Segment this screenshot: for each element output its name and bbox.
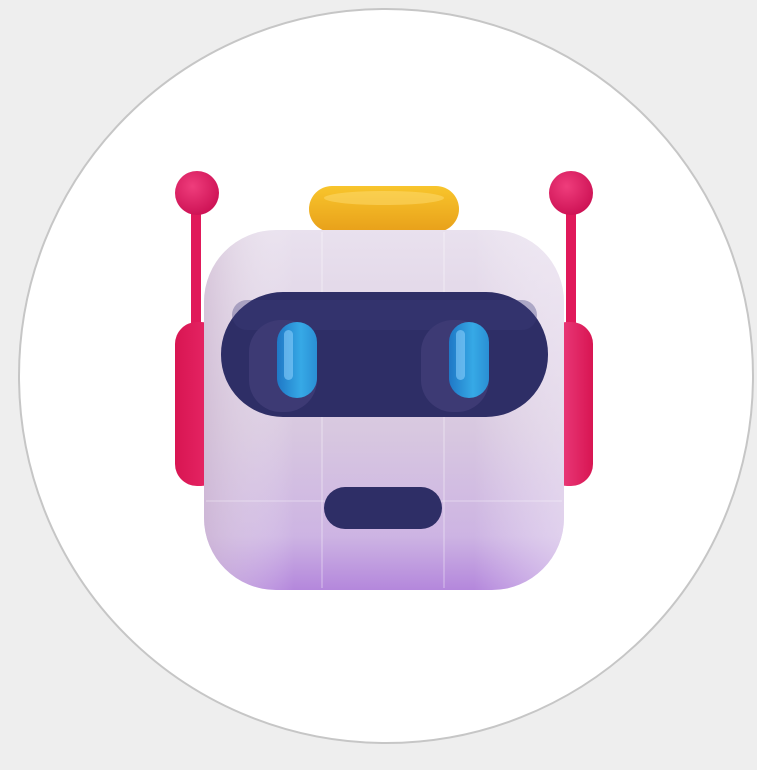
- robot-mouth: [324, 487, 442, 529]
- bot-avatar-canvas: [0, 0, 757, 770]
- eye-left: [249, 320, 317, 412]
- eye-right: [421, 320, 489, 412]
- robot-icon: [175, 171, 593, 590]
